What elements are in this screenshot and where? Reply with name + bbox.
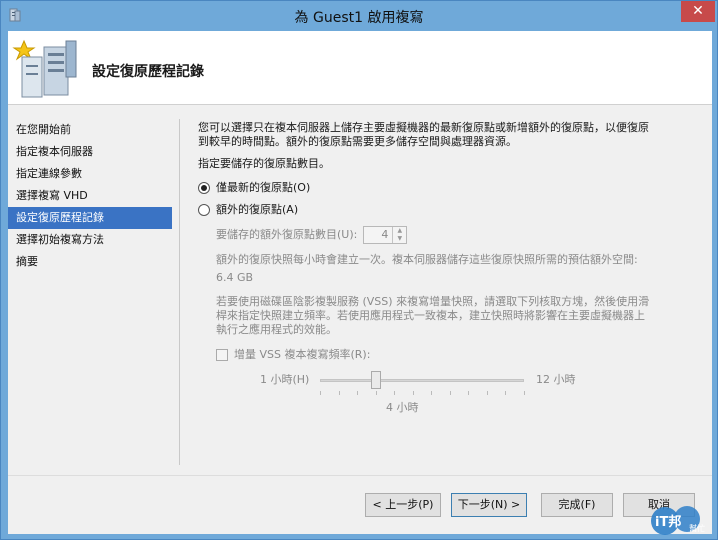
slider-tick: [449, 391, 451, 395]
vss-note-line-2: 桿來指定快照建立頻率。若使用應用程式一致複本，建立快照時將影響在主要虛擬機器上: [216, 309, 645, 322]
svg-text:幫忙: 幫忙: [689, 523, 705, 533]
wizard-window: 為 Guest1 啟用複寫 ✕ 設定復原歷程記錄 在您開始前 指定複本伺服器 指定連…: [0, 0, 718, 540]
window-title: 為 Guest1 啟用複寫: [294, 10, 424, 26]
slider-tick: [338, 391, 340, 395]
svg-text:iT邦: iT邦: [655, 514, 681, 530]
slider-tick: [412, 391, 414, 395]
radio-additional-button[interactable]: [198, 204, 210, 216]
nav-step-7[interactable]: 摘要: [8, 251, 172, 273]
slider-max-label: 12 小時: [536, 373, 576, 386]
radio-additional-label: 額外的復原點(A): [216, 203, 299, 216]
nav-step-3[interactable]: 指定連線參數: [8, 163, 172, 185]
wizard-header: 設定復原歷程記錄: [8, 31, 712, 105]
stepper-up-icon[interactable]: ▲: [393, 227, 406, 235]
wizard-steps-nav: 在您開始前 指定複本伺服器 指定連線參數 選擇複寫 VHD 設定復原歷程記錄 選擇初始複寫…: [8, 119, 172, 273]
vss-note-line-1: 若要使用磁碟區陰影複製服務 (VSS) 來複寫增量快照，請選取下列核取方塊，然後…: [216, 295, 650, 308]
slider-tick: [357, 391, 359, 395]
slider-tick: [431, 391, 433, 395]
ithome-watermark-logo: iT邦 幫忙: [651, 506, 705, 535]
stepper-down-icon[interactable]: ▼: [393, 235, 406, 243]
next-button[interactable]: 下一步(N) >: [451, 493, 527, 517]
recovery-point-prompt: 指定要儲存的復原點數目。: [198, 157, 330, 170]
page-title: 設定復原歷程記錄: [92, 64, 204, 80]
radio-latest-label: 僅最新的復原點(O): [216, 181, 311, 194]
extra-points-stepper[interactable]: 4 ▲ ▼: [363, 226, 408, 244]
slider-tick: [375, 391, 377, 395]
extra-points-label: 要儲存的額外復原點數目(U):: [216, 228, 358, 241]
vss-note: 若要使用磁碟區陰影複製服務 (VSS) 來複寫增量快照，請選取下列核取方塊，然後…: [216, 295, 698, 337]
vss-checkbox-row[interactable]: 增量 VSS 複本複寫頻率(R):: [216, 345, 698, 365]
radio-additional-recovery-points[interactable]: 額外的復原點(A): [198, 199, 698, 221]
nav-divider: [179, 119, 180, 465]
slider-min-label: 1 小時(H): [260, 373, 310, 386]
title-bar[interactable]: 為 Guest1 啟用複寫 ✕: [1, 1, 717, 31]
radio-latest-button[interactable]: [198, 182, 210, 194]
step-content: 您可以選擇只在複本伺服器上儲存主要虛擬機器的最新復原點或新增額外的復原點，以便復…: [198, 121, 698, 414]
slider-value-label: 4 小時: [386, 401, 419, 414]
footer-divider: [8, 475, 712, 476]
slider-tick: [394, 391, 396, 395]
extra-points-row: 要儲存的額外復原點數目(U): 4 ▲ ▼: [216, 225, 698, 245]
vss-checkbox-label: 增量 VSS 複本複寫頻率(R):: [234, 348, 371, 361]
back-button[interactable]: < 上一步(P): [365, 493, 441, 517]
snapshot-note: 額外的復原快照每小時會建立一次。複本伺服器儲存這些復原快照所需的預估額外空間:: [216, 253, 638, 266]
nav-step-4[interactable]: 選擇複寫 VHD: [8, 185, 172, 207]
wizard-body: 設定復原歷程記錄 在您開始前 指定複本伺服器 指定連線參數 選擇複寫 VHD 設定復原歷…: [8, 31, 712, 534]
nav-step-1[interactable]: 在您開始前: [8, 119, 172, 141]
slider-ticks: [320, 391, 526, 396]
vss-frequency-slider-row: 1 小時(H) 12 小時 4 小時: [216, 369, 698, 414]
finish-button[interactable]: 完成(F): [541, 493, 613, 517]
description-line-2: 到較早的時間點。額外的復原點需要更多儲存空間與處理器資源。: [198, 135, 517, 148]
description-line-1: 您可以選擇只在複本伺服器上儲存主要虛擬機器的最新復原點或新增額外的復原點，以便復…: [198, 121, 649, 134]
snapshot-size: 6.4 GB: [216, 271, 254, 284]
server-wizard-icon: [12, 39, 77, 98]
close-button[interactable]: ✕: [681, 1, 715, 22]
nav-step-2[interactable]: 指定複本伺服器: [8, 141, 172, 163]
frequency-slider-track[interactable]: [320, 379, 524, 382]
slider-tick: [320, 391, 321, 395]
vss-checkbox[interactable]: [216, 349, 228, 361]
nav-step-6[interactable]: 選擇初始複寫方法: [8, 229, 172, 251]
radio-latest-recovery-point[interactable]: 僅最新的復原點(O): [198, 177, 698, 199]
frequency-slider-thumb[interactable]: [370, 371, 381, 389]
extra-points-value[interactable]: 4: [364, 227, 392, 243]
slider-tick: [524, 391, 525, 395]
slider-tick: [505, 391, 507, 395]
slider-tick: [468, 391, 470, 395]
slider-tick: [486, 391, 488, 395]
nav-step-5[interactable]: 設定復原歷程記錄: [8, 207, 172, 229]
vss-note-line-3: 執行之應用程式的效能。: [216, 323, 337, 336]
additional-options: 要儲存的額外復原點數目(U): 4 ▲ ▼ 額外的復原快照每小時會建立一次。複本…: [198, 225, 698, 414]
description: 您可以選擇只在複本伺服器上儲存主要虛擬機器的最新復原點或新增額外的復原點，以便復…: [198, 121, 698, 149]
